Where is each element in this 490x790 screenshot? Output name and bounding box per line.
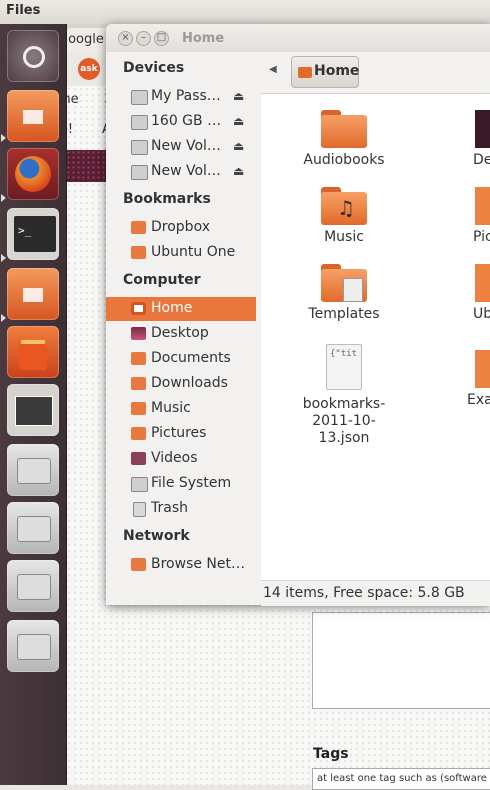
sidebar-item-device[interactable]: New Vol… ⏏ (106, 160, 256, 184)
videos-folder-icon (131, 452, 146, 465)
desktop-icon (131, 327, 146, 340)
drive-icon[interactable] (7, 502, 59, 554)
file-item-music[interactable]: ♫ Music (289, 187, 399, 246)
home-folder-icon (131, 302, 146, 315)
ask-toolbar-icon[interactable]: ask (78, 58, 100, 80)
desktop-folder-icon (475, 110, 490, 148)
sidebar-item-device[interactable]: 160 GB … ⏏ (106, 110, 256, 134)
places-sidebar: Devices My Pass… ⏏ 160 GB … ⏏ New Vol… ⏏… (106, 52, 262, 605)
file-item-desktop[interactable]: Des (437, 110, 490, 169)
file-manager-window[interactable]: × – □ Home Devices My Pass… ⏏ 160 GB … ⏏… (106, 24, 490, 606)
files-icon[interactable] (7, 268, 59, 320)
sidebar-item-device[interactable]: My Pass… ⏏ (106, 85, 256, 109)
sidebar-item-desktop[interactable]: Desktop (106, 322, 256, 346)
close-icon[interactable]: × (118, 31, 133, 46)
music-folder-icon (131, 402, 146, 415)
question-body-textarea[interactable] (312, 612, 490, 709)
eject-icon[interactable]: ⏏ (233, 89, 244, 103)
section-devices: Devices (123, 60, 185, 76)
window-title: Home (182, 31, 225, 46)
folder-icon (321, 110, 367, 148)
file-view[interactable]: ◀ Home Audiobooks Des ♫ Music Pic (261, 52, 490, 606)
sidebar-item-home[interactable]: Home (106, 297, 256, 321)
sidebar-item-downloads[interactable]: Downloads (106, 372, 256, 396)
section-bookmarks: Bookmarks (123, 191, 211, 207)
dash-home-icon[interactable] (7, 30, 59, 82)
eject-icon[interactable]: ⏏ (233, 164, 244, 178)
pictures-folder-icon (131, 427, 146, 440)
running-indicator (1, 314, 6, 322)
file-item-templates[interactable]: Templates (289, 264, 399, 323)
drive-icon (131, 140, 148, 155)
workspace-switcher-icon[interactable] (7, 384, 59, 436)
ubuntu-one-folder-icon (475, 264, 490, 302)
file-item-pictures[interactable]: Pic (437, 187, 490, 246)
status-bar: 14 items, Free space: 5.8 GB (261, 580, 490, 606)
breadcrumb-home[interactable]: Home (291, 56, 359, 88)
network-folder-icon (131, 558, 146, 571)
sidebar-item-device[interactable]: New Vol… ⏏ (106, 135, 256, 159)
sidebar-item-browse-network[interactable]: Browse Net… (106, 553, 256, 577)
eject-icon[interactable]: ⏏ (233, 114, 244, 128)
running-indicator (1, 194, 6, 202)
file-system-icon (131, 477, 148, 492)
sidebar-item-ubuntu-one[interactable]: Ubuntu One (106, 241, 256, 265)
running-indicator (1, 254, 6, 262)
section-computer: Computer (123, 272, 201, 288)
tags-input[interactable]: at least one tag such as (software (312, 768, 490, 790)
drive-icon[interactable] (7, 444, 59, 496)
drive-icon[interactable] (7, 620, 59, 672)
file-item-audiobooks[interactable]: Audiobooks (289, 110, 399, 169)
tags-label: Tags (313, 746, 349, 762)
maximize-icon[interactable]: □ (154, 31, 169, 46)
trash-icon (133, 502, 146, 517)
firefox-icon[interactable] (7, 148, 59, 200)
drive-icon (131, 90, 148, 105)
eject-icon[interactable]: ⏏ (233, 139, 244, 153)
drive-icon (131, 165, 148, 180)
pictures-folder-icon (475, 187, 490, 225)
sidebar-item-dropbox[interactable]: Dropbox (106, 216, 256, 240)
minimize-icon[interactable]: – (136, 31, 151, 46)
unity-launcher: >_ (0, 24, 67, 785)
terminal-icon[interactable]: >_ (7, 208, 59, 260)
banner-strip (66, 150, 108, 182)
app-title: Files (6, 3, 41, 18)
examples-folder-icon (475, 350, 490, 388)
sidebar-item-videos[interactable]: Videos (106, 447, 256, 471)
usb-drive-icon[interactable] (7, 560, 59, 612)
file-item-examples[interactable]: Exa (437, 344, 490, 409)
downloads-folder-icon (131, 377, 146, 390)
home-folder-icon[interactable] (7, 90, 59, 142)
sidebar-item-trash[interactable]: Trash (106, 497, 256, 521)
folder-icon (131, 221, 146, 234)
running-indicator (1, 134, 6, 142)
file-item-ubuntu-one[interactable]: Ubun (437, 264, 490, 323)
path-left-arrow-icon[interactable]: ◀ (269, 64, 277, 75)
sidebar-item-file-system[interactable]: File System (106, 472, 256, 496)
drive-icon (131, 115, 148, 130)
documents-folder-icon (131, 352, 146, 365)
sidebar-item-music[interactable]: Music (106, 397, 256, 421)
json-file-icon: {"tit (326, 344, 362, 390)
top-panel: Files (0, 0, 490, 25)
music-folder-icon: ♫ (321, 187, 367, 225)
home-folder-icon (298, 67, 312, 78)
section-network: Network (123, 528, 190, 544)
window-titlebar[interactable]: × – □ Home (106, 24, 490, 52)
file-item-bookmarks-json[interactable]: {"tit bookmarks-2011-10-13.json (289, 344, 399, 447)
templates-folder-icon (321, 264, 367, 302)
path-bar: ◀ Home (261, 52, 490, 94)
sidebar-item-documents[interactable]: Documents (106, 347, 256, 371)
status-text: 14 items, Free space: 5.8 GB (263, 585, 465, 601)
folder-icon (131, 246, 146, 259)
sidebar-item-pictures[interactable]: Pictures (106, 422, 256, 446)
software-center-icon[interactable] (7, 326, 59, 378)
